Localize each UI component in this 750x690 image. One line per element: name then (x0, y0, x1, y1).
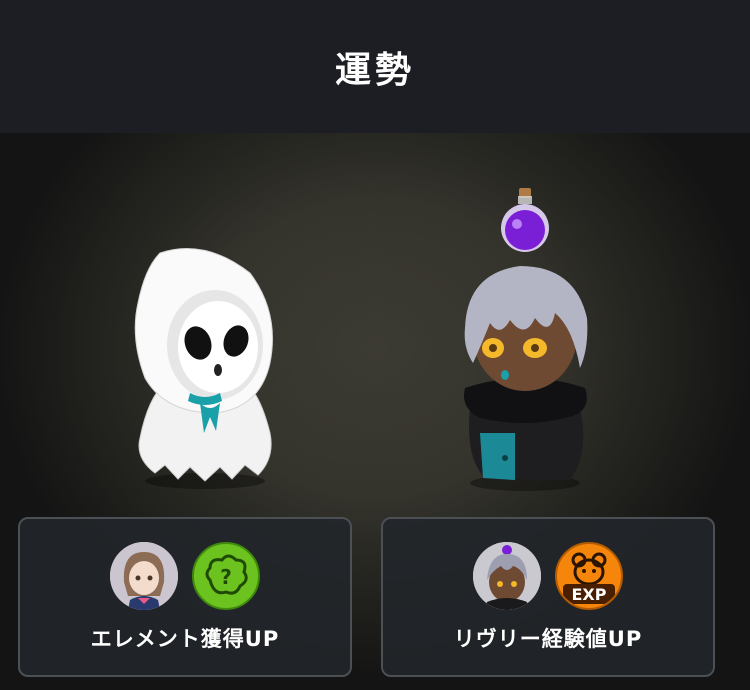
header-bar: 運勢 (0, 0, 750, 133)
exp-badge-text: EXP (571, 585, 607, 604)
ghost-character[interactable] (120, 243, 290, 493)
card-label: リヴリー経験値UP (453, 627, 643, 651)
doll-avatar (110, 542, 178, 610)
livly-avatar (473, 542, 541, 610)
grey-haired-character[interactable] (455, 258, 595, 493)
card-label: エレメント獲得UP (90, 627, 280, 651)
page-title: 運勢 (334, 49, 415, 91)
fortune-card-exp[interactable]: EXP リヴリー経験値UP (381, 517, 715, 677)
potion-bottle-icon (501, 188, 549, 252)
svg-text:?: ? (220, 565, 232, 589)
fortune-card-element[interactable]: ? エレメント獲得UP (18, 517, 352, 677)
card-icons: EXP (383, 542, 713, 610)
element-question-icon: ? (192, 542, 260, 610)
card-icons: ? (20, 542, 350, 610)
exp-bear-icon: EXP (555, 542, 623, 610)
